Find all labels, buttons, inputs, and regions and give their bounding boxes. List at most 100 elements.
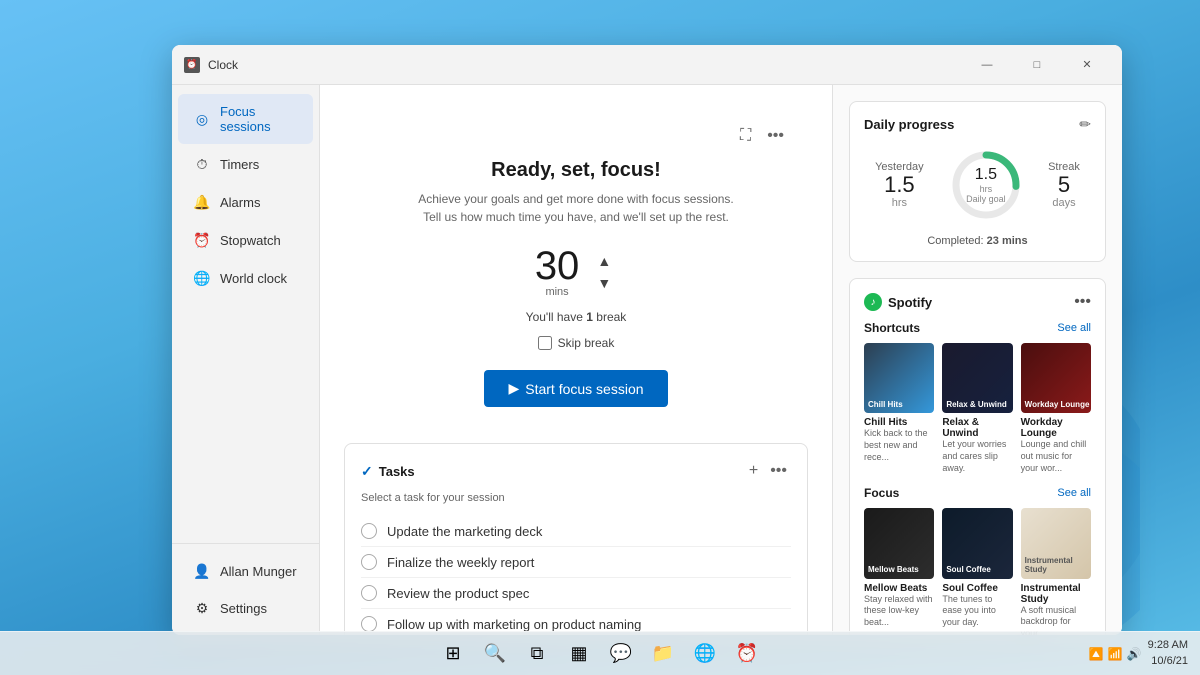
sidebar-label-focus: Focus sessions xyxy=(220,104,297,134)
time-value: 30 xyxy=(535,246,580,286)
stopwatch-icon: ⏰ xyxy=(194,232,210,248)
tasks-subtitle: Select a task for your session xyxy=(361,492,791,504)
task-item[interactable]: Finalize the weekly report xyxy=(361,547,791,578)
spotify-more-button[interactable]: ••• xyxy=(1074,293,1091,311)
system-tray-chevron[interactable]: 🔼 xyxy=(1089,647,1104,661)
chill-hits-desc: Kick back to the best new and rece... xyxy=(864,428,934,463)
daily-progress-title: Daily progress xyxy=(864,117,954,132)
time-spinner: 30 mins ▲ ▼ xyxy=(364,246,788,298)
taskbar-clock-button[interactable]: ⏰ xyxy=(729,636,765,672)
world-clock-icon: 🌐 xyxy=(194,270,210,286)
tasks-actions: + ••• xyxy=(745,460,791,482)
main-panel: ⛶ ••• Ready, set, focus! Achieve your go… xyxy=(320,85,832,635)
mellow-beats-thumb-text: Mellow Beats xyxy=(868,565,919,575)
streak-value: 5 xyxy=(1048,173,1080,197)
tasks-header: ✓ Tasks + ••• xyxy=(361,460,791,482)
relax-unwind-desc: Let your worries and cares slip away. xyxy=(942,439,1012,474)
task-text-3: Review the product spec xyxy=(387,586,529,601)
relax-unwind-thumb: Relax & Unwind xyxy=(942,343,1012,413)
see-all-focus[interactable]: See all xyxy=(1057,487,1091,499)
taskbar-widgets-button[interactable]: ▦ xyxy=(561,636,597,672)
tasks-more-button[interactable]: ••• xyxy=(766,460,791,482)
playlist-instrumental-study[interactable]: Instrumental Study Instrumental Study A … xyxy=(1021,508,1091,635)
sidebar-user-label: Allan Munger xyxy=(220,564,297,579)
progress-circle: 1.5 hrs Daily goal xyxy=(946,145,1026,225)
sidebar: ◎ Focus sessions ⏱ Timers 🔔 Alarms ⏰ Sto… xyxy=(172,85,320,635)
taskbar-explorer-button[interactable]: 📁 xyxy=(645,636,681,672)
more-options-button[interactable]: ••• xyxy=(763,125,788,147)
soul-coffee-name: Soul Coffee xyxy=(942,583,1012,594)
playlist-workday-lounge[interactable]: Workday Lounge Workday Lounge Lounge and… xyxy=(1021,343,1091,474)
see-all-shortcuts[interactable]: See all xyxy=(1057,322,1091,334)
taskbar-search-button[interactable]: 🔍 xyxy=(477,636,513,672)
task-item[interactable]: Review the product spec xyxy=(361,578,791,609)
focus-card-header: ⛶ ••• xyxy=(364,125,788,147)
sidebar-settings-label: Settings xyxy=(220,601,267,616)
sidebar-item-stopwatch[interactable]: ⏰ Stopwatch xyxy=(178,222,313,258)
sidebar-item-timers[interactable]: ⏱ Timers xyxy=(178,146,313,182)
increment-button[interactable]: ▲ xyxy=(591,251,617,271)
volume-icon: 🔊 xyxy=(1127,647,1142,661)
fullscreen-button[interactable]: ⛶ xyxy=(736,125,755,147)
focus-grid: Mellow Beats Mellow Beats Stay relaxed w… xyxy=(864,508,1091,635)
spinner-controls: ▲ ▼ xyxy=(591,251,617,293)
yesterday-stat: Yesterday 1.5 hrs xyxy=(875,161,924,209)
skip-break-checkbox[interactable] xyxy=(538,336,552,350)
taskbar-clock[interactable]: 9:28 AM 10/6/21 xyxy=(1148,638,1188,669)
wifi-icon: 📶 xyxy=(1108,647,1123,661)
yesterday-unit: hrs xyxy=(875,197,924,209)
task-radio-1[interactable] xyxy=(361,523,377,539)
title-bar: ⏰ Clock — □ ✕ xyxy=(172,45,1122,85)
spotify-logo: ♪ xyxy=(864,293,882,311)
task-radio-2[interactable] xyxy=(361,554,377,570)
playlist-chill-hits[interactable]: Chill Hits Chill Hits Kick back to the b… xyxy=(864,343,934,474)
sidebar-item-alarms[interactable]: 🔔 Alarms xyxy=(178,184,313,220)
app-icon: ⏰ xyxy=(184,57,200,73)
shortcuts-header: Shortcuts See all xyxy=(864,321,1091,335)
maximize-button[interactable]: □ xyxy=(1014,50,1060,80)
circle-value: 1.5 xyxy=(975,166,997,184)
break-info: You'll have 1 break xyxy=(364,310,788,324)
circle-center: 1.5 hrs Daily goal xyxy=(946,145,1026,225)
task-item[interactable]: Update the marketing deck xyxy=(361,516,791,547)
user-icon: 👤 xyxy=(194,563,210,579)
completed-text: Completed: 23 mins xyxy=(864,235,1091,247)
add-task-button[interactable]: + xyxy=(745,460,762,482)
playlist-soul-coffee[interactable]: Soul Coffee Soul Coffee The tunes to eas… xyxy=(942,508,1012,635)
sidebar-item-user[interactable]: 👤 Allan Munger xyxy=(178,553,313,589)
decrement-button[interactable]: ▼ xyxy=(591,273,617,293)
edit-icon[interactable]: ✏ xyxy=(1079,116,1091,133)
taskbar-edge-button[interactable]: 🌐 xyxy=(687,636,723,672)
circle-goal-label: Daily goal xyxy=(966,194,1006,204)
shortcuts-title: Shortcuts xyxy=(864,321,920,335)
chill-hits-thumb: Chill Hits xyxy=(864,343,934,413)
relax-unwind-name: Relax & Unwind xyxy=(942,417,1012,439)
close-button[interactable]: ✕ xyxy=(1064,50,1110,80)
task-radio-3[interactable] xyxy=(361,585,377,601)
yesterday-value: 1.5 xyxy=(875,173,924,197)
taskbar: ⊞ 🔍 ⧉ ▦ 💬 📁 🌐 ⏰ 🔼 📶 🔊 9:28 AM 10/6/21 xyxy=(0,631,1200,675)
alarms-icon: 🔔 xyxy=(194,194,210,210)
daily-progress-header: Daily progress ✏ xyxy=(864,116,1091,133)
right-panel: Daily progress ✏ Yesterday 1.5 hrs xyxy=(832,85,1122,635)
taskbar-taskview-button[interactable]: ⧉ xyxy=(519,636,555,672)
app-window: ⏰ Clock — □ ✕ ◎ Focus sessions ⏱ Timers … xyxy=(172,45,1122,635)
start-focus-button[interactable]: ▶ Start focus session xyxy=(484,370,667,407)
sidebar-item-settings[interactable]: ⚙ Settings xyxy=(178,590,313,626)
streak-unit: days xyxy=(1048,197,1080,209)
minimize-button[interactable]: — xyxy=(964,50,1010,80)
mellow-beats-desc: Stay relaxed with these low-key beat... xyxy=(864,594,934,629)
taskbar-start-button[interactable]: ⊞ xyxy=(435,636,471,672)
mellow-beats-name: Mellow Beats xyxy=(864,583,934,594)
spotify-header: ♪ Spotify ••• xyxy=(864,293,1091,311)
taskbar-teams-button[interactable]: 💬 xyxy=(603,636,639,672)
task-text-1: Update the marketing deck xyxy=(387,524,542,539)
task-radio-4[interactable] xyxy=(361,616,377,632)
playlist-relax-unwind[interactable]: Relax & Unwind Relax & Unwind Let your w… xyxy=(942,343,1012,474)
sidebar-item-focus-sessions[interactable]: ◎ Focus sessions xyxy=(178,94,313,144)
workday-lounge-name: Workday Lounge xyxy=(1021,417,1091,439)
sidebar-item-world-clock[interactable]: 🌐 World clock xyxy=(178,260,313,296)
playlist-mellow-beats[interactable]: Mellow Beats Mellow Beats Stay relaxed w… xyxy=(864,508,934,635)
taskbar-sys-icons: 🔼 📶 🔊 xyxy=(1089,647,1142,661)
focus-sessions-icon: ◎ xyxy=(194,111,210,127)
